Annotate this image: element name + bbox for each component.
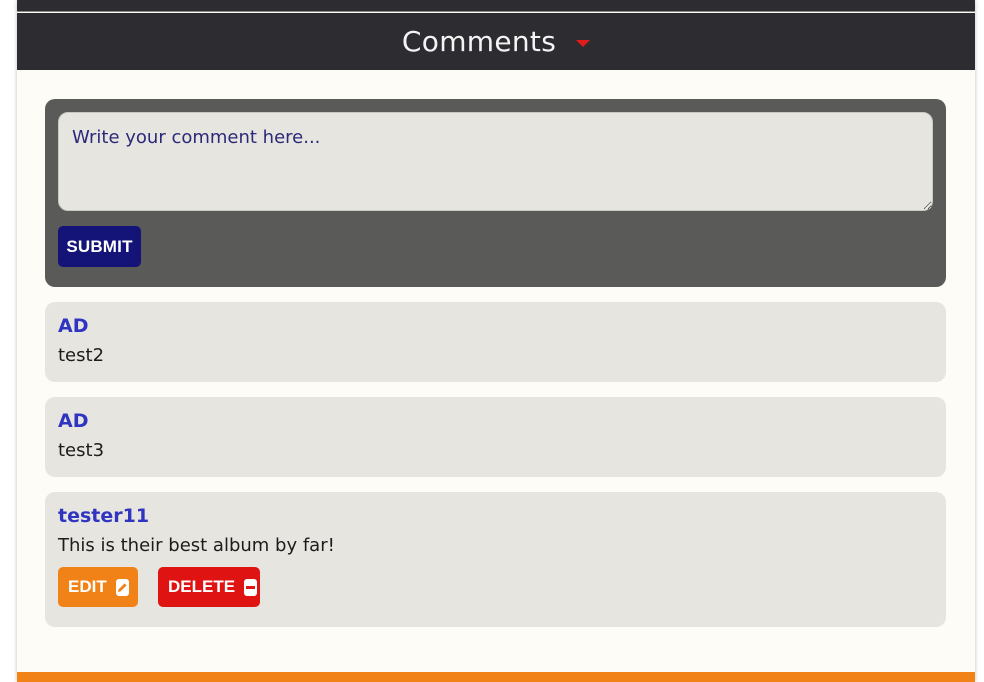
caret-down-icon[interactable] — [576, 40, 591, 47]
comments-header[interactable]: Comments — [17, 13, 975, 70]
edit-label: EDIT — [68, 577, 107, 596]
edit-button[interactable]: EDIT — [58, 567, 138, 607]
pencil-icon — [115, 578, 129, 596]
comments-title: Comments — [401, 25, 557, 58]
comment-text: test3 — [58, 440, 105, 461]
delete-label: DELETE — [168, 577, 236, 596]
submit-button[interactable]: SUBMIT — [58, 226, 141, 267]
comment-author: AD — [58, 410, 89, 432]
footer-bar — [17, 672, 975, 682]
delete-button[interactable]: DELETE — [158, 567, 260, 607]
minus-square-icon — [244, 578, 258, 596]
comment-card: AD test2 — [45, 302, 946, 382]
comment-card: AD test3 — [45, 397, 946, 477]
top-strip — [17, 0, 975, 12]
comment-text: This is their best album by far! — [58, 535, 335, 556]
comments-panel: Comments SUBMIT AD test2 AD test3 tester… — [17, 0, 975, 682]
comment-author: AD — [58, 315, 89, 337]
comment-card: tester11 This is their best album by far… — [45, 492, 946, 627]
comment-form: SUBMIT — [45, 99, 946, 287]
comment-author: tester11 — [58, 505, 150, 527]
comment-input[interactable] — [58, 112, 933, 211]
comment-text: test2 — [58, 345, 105, 366]
